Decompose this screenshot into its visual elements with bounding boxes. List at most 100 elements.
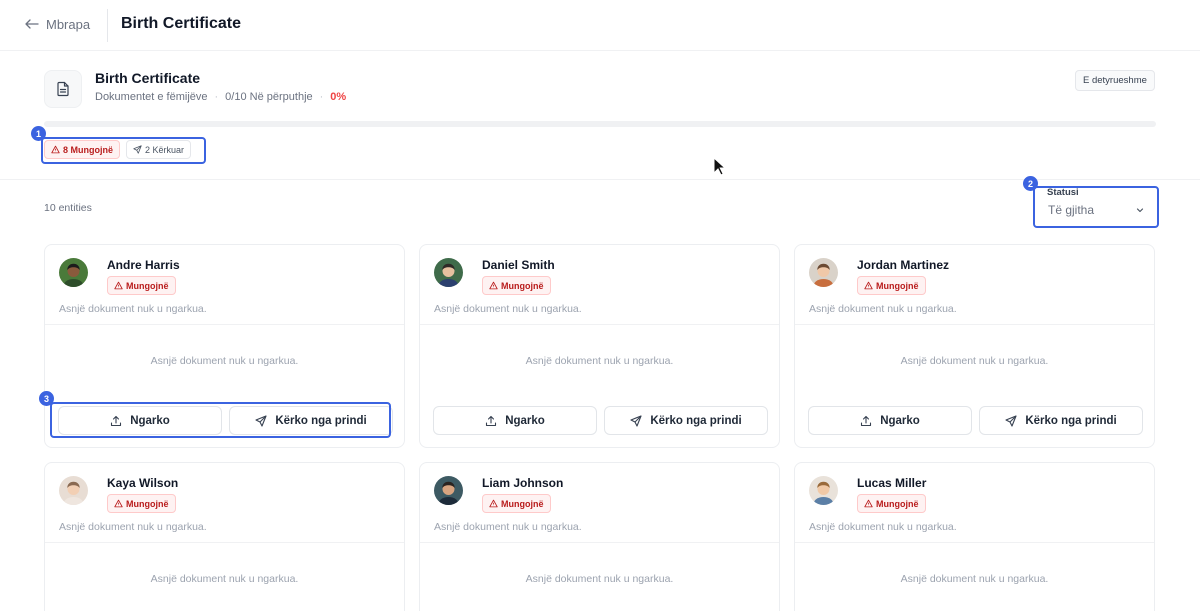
entities-count: 10 entities xyxy=(44,202,92,214)
request-from-parent-button[interactable]: Kërko nga prindi xyxy=(979,406,1143,435)
upload-button[interactable]: Ngarko xyxy=(58,406,222,435)
status-badge-label: Mungojnë xyxy=(126,498,169,509)
section-divider xyxy=(0,179,1200,180)
status-badge-label: Mungojnë xyxy=(126,280,169,291)
required-badge: E detyrueshme xyxy=(1075,70,1155,91)
empty-state-text: Asnjë dokument nuk u ngarkua. xyxy=(900,355,1049,367)
mouse-cursor-icon xyxy=(713,157,727,176)
upload-button[interactable]: Ngarko xyxy=(808,406,972,435)
avatar xyxy=(434,258,463,287)
top-bar: Mbrapa Birth Certificate xyxy=(0,0,1200,51)
card-divider xyxy=(795,542,1154,543)
empty-state-text: Asnjë dokument nuk u ngarkua. xyxy=(150,573,299,585)
upload-button[interactable]: Ngarko xyxy=(433,406,597,435)
avatar xyxy=(59,258,88,287)
upload-icon xyxy=(111,415,122,426)
entity-card: Daniel Smith Mungojnë Asnjë dokument nuk… xyxy=(419,244,780,448)
status-filter[interactable]: Statusi Të gjitha xyxy=(1038,187,1155,224)
person-name: Daniel Smith xyxy=(482,258,555,272)
status-badge: Mungojnë xyxy=(482,494,551,513)
entity-card: Andre Harris Mungojnë Asnjë dokument nuk… xyxy=(44,244,405,448)
missing-chip[interactable]: 8 Mungojnë xyxy=(44,140,120,159)
empty-state-text: Asnjë dokument nuk u ngarkua. xyxy=(525,573,674,585)
send-icon xyxy=(133,145,142,154)
avatar xyxy=(809,476,838,505)
document-title: Birth Certificate xyxy=(95,70,201,86)
document-category: Dokumentet e fëmijëve xyxy=(95,91,208,103)
person-name: Jordan Martinez xyxy=(857,258,950,272)
status-badge-label: Mungojnë xyxy=(501,280,544,291)
alert-triangle-icon xyxy=(864,499,873,508)
card-divider xyxy=(45,542,404,543)
entity-card: Lucas Miller Mungojnë Asnjë dokument nuk… xyxy=(794,462,1155,611)
card-divider xyxy=(420,542,779,543)
alert-triangle-icon xyxy=(114,281,123,290)
person-name: Andre Harris xyxy=(107,258,180,272)
back-button[interactable]: Mbrapa xyxy=(24,16,90,32)
request-button-label: Kërko nga prindi xyxy=(1025,414,1117,427)
card-subtitle: Asnjë dokument nuk u ngarkua. xyxy=(434,521,582,533)
status-badge-label: Mungojnë xyxy=(876,498,919,509)
chevron-down-icon xyxy=(1136,207,1144,212)
avatar xyxy=(809,258,838,287)
requested-chip-label: 2 Kërkuar xyxy=(145,144,185,155)
document-icon-box xyxy=(44,70,82,108)
empty-state-text: Asnjë dokument nuk u ngarkua. xyxy=(150,355,299,367)
status-badge: Mungojnë xyxy=(482,276,551,295)
avatar xyxy=(434,476,463,505)
alert-triangle-icon xyxy=(114,499,123,508)
status-badge: Mungojnë xyxy=(857,276,926,295)
alert-triangle-icon xyxy=(864,281,873,290)
request-button-label: Kërko nga prindi xyxy=(275,414,367,427)
card-actions: Ngarko Kërko nga prindi xyxy=(433,406,768,435)
status-chips: 8 Mungojnë 2 Kërkuar xyxy=(44,140,192,159)
status-badge: Mungojnë xyxy=(107,494,176,513)
document-meta: Dokumentet e fëmijëve · 0/10 Në përputhj… xyxy=(95,91,346,103)
upload-icon xyxy=(861,415,872,426)
request-from-parent-button[interactable]: Kërko nga prindi xyxy=(229,406,393,435)
status-badge: Mungojnë xyxy=(107,276,176,295)
requested-chip[interactable]: 2 Kërkuar xyxy=(126,140,192,159)
entity-card: Kaya Wilson Mungojnë Asnjë dokument nuk … xyxy=(44,462,405,611)
upload-icon xyxy=(486,415,497,426)
card-subtitle: Asnjë dokument nuk u ngarkua. xyxy=(809,303,957,315)
request-from-parent-button[interactable]: Kërko nga prindi xyxy=(604,406,768,435)
annotation-number: 3 xyxy=(39,391,54,406)
status-badge-label: Mungojnë xyxy=(876,280,919,291)
card-subtitle: Asnjë dokument nuk u ngarkua. xyxy=(434,303,582,315)
card-actions: Ngarko Kërko nga prindi xyxy=(58,406,393,435)
completion-percent: 0% xyxy=(330,91,347,103)
avatar xyxy=(59,476,88,505)
header-divider xyxy=(107,9,108,42)
meta-separator: · xyxy=(319,91,324,103)
card-actions: Ngarko Kërko nga prindi xyxy=(808,406,1143,435)
status-badge-label: Mungojnë xyxy=(501,498,544,509)
upload-button-label: Ngarko xyxy=(505,414,545,427)
annotation-number: 1 xyxy=(31,126,46,141)
progress-bar xyxy=(44,121,1156,127)
status-select-value: Të gjitha xyxy=(1048,202,1095,217)
empty-state-text: Asnjë dokument nuk u ngarkua. xyxy=(525,355,674,367)
card-subtitle: Asnjë dokument nuk u ngarkua. xyxy=(59,303,207,315)
request-button-label: Kërko nga prindi xyxy=(650,414,742,427)
status-select[interactable]: Të gjitha xyxy=(1038,195,1155,224)
meta-separator: · xyxy=(214,91,219,103)
back-label: Mbrapa xyxy=(46,16,91,32)
person-name: Kaya Wilson xyxy=(107,476,179,490)
send-icon xyxy=(630,414,642,427)
match-count: 0/10 Në përputhje xyxy=(225,91,313,103)
upload-button-label: Ngarko xyxy=(130,414,170,427)
card-subtitle: Asnjë dokument nuk u ngarkua. xyxy=(59,521,207,533)
arrow-left-icon xyxy=(25,19,39,29)
alert-triangle-icon xyxy=(489,281,498,290)
missing-chip-label: 8 Mungojnë xyxy=(63,144,113,155)
entity-card: Liam Johnson Mungojnë Asnjë dokument nuk… xyxy=(419,462,780,611)
status-badge: Mungojnë xyxy=(857,494,926,513)
card-divider xyxy=(420,324,779,325)
card-subtitle: Asnjë dokument nuk u ngarkua. xyxy=(809,521,957,533)
card-divider xyxy=(795,324,1154,325)
card-divider xyxy=(45,324,404,325)
file-text-icon xyxy=(57,81,69,97)
empty-state-text: Asnjë dokument nuk u ngarkua. xyxy=(900,573,1049,585)
alert-triangle-icon xyxy=(51,145,60,154)
